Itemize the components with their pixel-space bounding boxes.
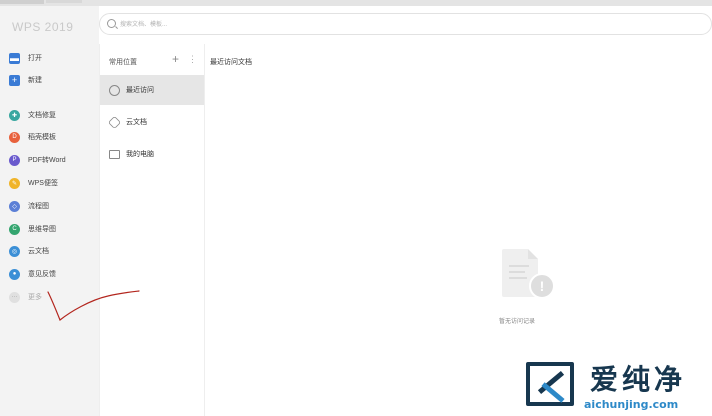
recent-docs-title: 最近访问文档 <box>210 59 252 66</box>
search-input[interactable] <box>118 17 522 33</box>
sidebar-item-label: WPS便签 <box>28 180 58 187</box>
sidebar-item-doc-repair[interactable]: ✚ 文档修复 <box>9 107 56 123</box>
sidebar-item-more[interactable]: ··· 更多 <box>9 289 42 305</box>
sidebar-item-feedback[interactable]: ● 意见反馈 <box>9 266 56 282</box>
location-item-recent[interactable]: 最近访问 <box>100 75 204 105</box>
clock-icon <box>109 84 120 96</box>
add-location-plus-icon[interactable]: + <box>172 52 179 66</box>
folder-icon: ▬ <box>9 52 20 64</box>
cloud-doc-icon: ◎ <box>9 245 20 257</box>
location-item-cloud-docs[interactable]: 云文档 <box>100 107 204 137</box>
location-item-label: 最近访问 <box>126 87 154 94</box>
location-item-label: 云文档 <box>126 119 147 126</box>
locations-header: 常用位置 <box>109 59 137 66</box>
sidebar-item-label: 更多 <box>28 294 42 301</box>
app-brand: WPS 2019 <box>12 20 74 34</box>
empty-state-illustration: ! <box>496 246 560 306</box>
sidebar-item-label: 意见反馈 <box>28 271 56 278</box>
flowchart-icon: ◇ <box>9 200 20 212</box>
sidebar-item-pdf-to-word[interactable]: P PDF转Word <box>9 152 66 168</box>
sidebar-item-cloud-docs[interactable]: ◎ 云文档 <box>9 243 49 259</box>
window-tab-secondary[interactable] <box>46 0 82 3</box>
watermark-text: 爱纯净 <box>590 363 687 396</box>
sidebar-item-new[interactable]: + 新建 <box>9 72 42 88</box>
sidebar-item-label: 稻壳模板 <box>28 134 56 141</box>
window-tab[interactable] <box>0 0 44 4</box>
pdf-icon: P <box>9 154 20 166</box>
more-options-icon[interactable]: ⋮ <box>188 54 197 65</box>
locations-panel: 常用位置 + ⋮ 最近访问 云文档 我的电脑 <box>99 44 205 416</box>
plus-icon: + <box>9 74 20 86</box>
exclamation-icon: ! <box>529 273 555 299</box>
mindmap-icon: C <box>9 223 20 235</box>
sidebar-item-mindmap[interactable]: C 思维导图 <box>9 221 56 237</box>
watermark-url: aichunjing.com <box>584 398 679 411</box>
note-icon: ✎ <box>9 177 20 189</box>
sidebar-item-templates[interactable]: D 稻壳模板 <box>9 129 56 145</box>
sidebar-item-label: 文档修复 <box>28 112 56 119</box>
empty-state-text: 暂无访问记录 <box>499 319 536 325</box>
template-icon: D <box>9 131 20 143</box>
location-item-my-computer[interactable]: 我的电脑 <box>100 139 204 169</box>
location-item-label: 我的电脑 <box>126 151 154 158</box>
sidebar-item-label: 打开 <box>28 55 42 62</box>
cube-icon <box>107 115 122 129</box>
sidebar-item-label: PDF转Word <box>28 157 66 164</box>
watermark-logo: 爱纯净 aichunjing.com <box>522 358 712 416</box>
search-bar[interactable] <box>99 13 712 35</box>
search-icon <box>107 19 116 28</box>
repair-icon: ✚ <box>9 109 20 121</box>
sidebar-item-label: 新建 <box>28 77 42 84</box>
feedback-icon: ● <box>9 268 20 280</box>
watermark-logo-icon <box>526 362 574 406</box>
more-icon: ··· <box>9 291 20 303</box>
sidebar-item-wps-notes[interactable]: ✎ WPS便签 <box>9 175 58 191</box>
sidebar-item-label: 流程图 <box>28 203 49 210</box>
sidebar-item-open[interactable]: ▬ 打开 <box>9 50 42 66</box>
sidebar-item-label: 云文档 <box>28 248 49 255</box>
window-top-strip <box>0 0 712 6</box>
sidebar-item-label: 思维导图 <box>28 226 56 233</box>
sidebar-item-flowchart[interactable]: ◇ 流程图 <box>9 198 49 214</box>
monitor-icon <box>109 149 120 159</box>
